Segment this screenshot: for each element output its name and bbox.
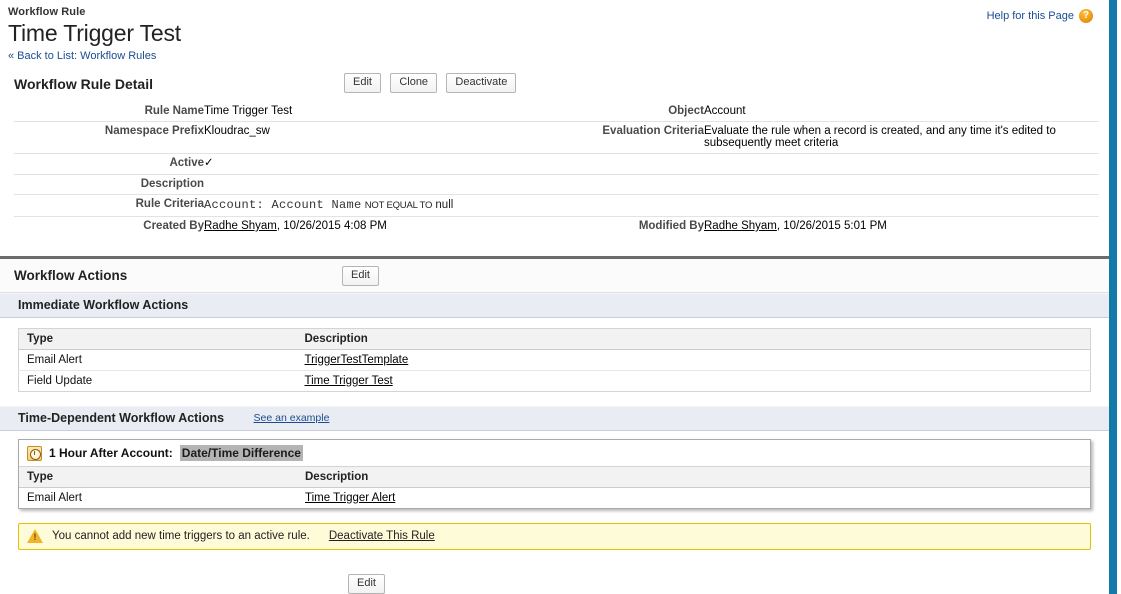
detail-row-description: Description [14, 175, 1099, 195]
time-dependent-row-0-type: Email Alert [19, 488, 297, 509]
created-by-user-link[interactable]: Radhe Shyam [204, 220, 277, 232]
page-content: Workflow Rule Time Trigger Test « Back t… [0, 0, 1109, 594]
spacer-value-1 [704, 154, 1099, 175]
deactivate-button[interactable]: Deactivate [446, 73, 516, 93]
detail-row-created-modified: Created By Radhe Shyam, 10/26/2015 4:08 … [14, 217, 1099, 237]
created-by-date: , 10/26/2015 4:08 PM [277, 220, 387, 232]
modified-by-user-link[interactable]: Radhe Shyam [704, 220, 777, 232]
back-to-list-anchor[interactable]: « Back to List: Workflow Rules [8, 50, 156, 62]
immediate-col-description: Description [297, 329, 1091, 350]
evaluation-criteria-value: Evaluate the rule when a record is creat… [704, 122, 1099, 154]
spacer-label-2 [559, 175, 704, 195]
immediate-row-1-link[interactable]: Time Trigger Test [305, 375, 393, 387]
workflow-actions-edit-button[interactable]: Edit [342, 266, 379, 286]
bottom-button-row: Edit [0, 574, 1109, 594]
detail-button-row: Edit Clone Deactivate [344, 73, 522, 93]
immediate-row-1-type: Field Update [19, 371, 297, 392]
help-for-this-page-link[interactable]: Help for this Page? [987, 9, 1093, 23]
immediate-row-0-description: TriggerTestTemplate [297, 350, 1091, 371]
time-trigger-box: 1 Hour After Account: Date/Time Differen… [18, 439, 1091, 509]
evaluation-criteria-label: Evaluation Criteria [559, 122, 704, 154]
namespace-prefix-label: Namespace Prefix [14, 122, 204, 154]
time-trigger-header: 1 Hour After Account: Date/Time Differen… [19, 440, 1090, 466]
object-label: Object [559, 102, 704, 122]
right-edge-gap [1117, 0, 1121, 594]
deactivate-this-rule-link[interactable]: Deactivate This Rule [329, 530, 435, 542]
time-dependent-row-0-link[interactable]: Time Trigger Alert [305, 492, 395, 504]
immediate-col-type: Type [19, 329, 297, 350]
immediate-actions-subheader: Immediate Workflow Actions [0, 293, 1109, 318]
spacer-value-2 [704, 175, 1099, 195]
time-trigger-field: Date/Time Difference [180, 445, 303, 461]
modified-by-value: Radhe Shyam, 10/26/2015 5:01 PM [704, 217, 1099, 237]
workflow-actions-title: Workflow Actions [14, 259, 127, 293]
right-scrollbar-rail[interactable] [1109, 0, 1117, 594]
page-root: Workflow Rule Time Trigger Test « Back t… [0, 0, 1121, 594]
immediate-row-0-type: Email Alert [19, 350, 297, 371]
immediate-row-0-link[interactable]: TriggerTestTemplate [305, 354, 409, 366]
detail-section-title: Workflow Rule Detail [14, 73, 153, 95]
workflow-rule-detail-section: Workflow Rule Detail Edit Clone Deactiva… [0, 73, 1109, 236]
clone-button[interactable]: Clone [390, 73, 437, 93]
namespace-prefix-value: Kloudrac_sw [204, 122, 559, 154]
immediate-row-1-description: Time Trigger Test [297, 371, 1091, 392]
modified-by-date: , 10/26/2015 5:01 PM [777, 220, 887, 232]
table-row: Email Alert TriggerTestTemplate [19, 350, 1091, 371]
edit-button[interactable]: Edit [344, 73, 381, 93]
rule-criteria-field: Account: Account Name [204, 198, 362, 212]
active-rule-warning: You cannot add new time triggers to an a… [18, 523, 1091, 550]
workflow-actions-header: Workflow Actions Edit [0, 259, 1109, 293]
breadcrumb-object-type: Workflow Rule [8, 6, 1109, 19]
table-row: Email Alert Time Trigger Alert [19, 488, 1090, 509]
time-dependent-actions-subheader: Time-Dependent Workflow Actions See an e… [0, 406, 1109, 431]
created-by-label: Created By [14, 217, 204, 237]
modified-by-label: Modified By [559, 217, 704, 237]
time-dependent-row-0-description: Time Trigger Alert [297, 488, 1090, 509]
question-mark-icon[interactable]: ? [1079, 9, 1093, 23]
immediate-actions-title: Immediate Workflow Actions [18, 298, 188, 312]
description-value [204, 175, 559, 195]
workflow-actions-button-row: Edit [342, 266, 385, 286]
immediate-actions-table: Type Description Email Alert TriggerTest… [18, 328, 1091, 392]
time-dependent-col-description: Description [297, 467, 1090, 488]
active-checkmark: ✓ [204, 154, 559, 175]
back-to-list-link[interactable]: « Back to List: Workflow Rules [8, 50, 1109, 63]
immediate-actions-header-row: Type Description [19, 329, 1091, 350]
see-an-example-link[interactable]: See an example [254, 412, 330, 424]
rule-criteria-label: Rule Criteria [14, 195, 204, 217]
detail-panel-bar: Workflow Rule Detail Edit Clone Deactiva… [14, 73, 1099, 99]
spacer-label-1 [559, 154, 704, 175]
rule-criteria-compare-value: null [435, 199, 453, 211]
clock-icon [27, 446, 42, 461]
time-trigger-prefix: 1 Hour After Account: [49, 446, 173, 460]
object-value: Account [704, 102, 1099, 122]
detail-row-namespace-prefix: Namespace Prefix Kloudrac_sw Evaluation … [14, 122, 1099, 154]
rule-criteria-value: Account: Account Name NOT EQUAL TO null [204, 195, 1099, 217]
time-dependent-actions-table: Type Description Email Alert Time Trigge… [19, 466, 1090, 508]
warning-message: You cannot add new time triggers to an a… [52, 530, 310, 542]
page-header: Workflow Rule Time Trigger Test « Back t… [0, 0, 1109, 63]
rule-criteria-operator: NOT EQUAL TO [365, 200, 432, 211]
active-label: Active [14, 154, 204, 175]
rule-name-label: Rule Name [14, 102, 204, 122]
bottom-edit-button[interactable]: Edit [348, 574, 385, 594]
detail-field-table: Rule Name Time Trigger Test Object Accou… [14, 102, 1099, 236]
workflow-actions-section: Workflow Actions Edit Immediate Workflow… [0, 256, 1109, 594]
time-dependent-header-row: Type Description [19, 467, 1090, 488]
time-dependent-col-type: Type [19, 467, 297, 488]
rule-name-value: Time Trigger Test [204, 102, 559, 122]
time-dependent-actions-title: Time-Dependent Workflow Actions [18, 411, 224, 425]
table-row: Field Update Time Trigger Test [19, 371, 1091, 392]
help-label[interactable]: Help for this Page [987, 10, 1074, 22]
created-by-value: Radhe Shyam, 10/26/2015 4:08 PM [204, 217, 559, 237]
warning-triangle-icon [27, 529, 43, 543]
description-label: Description [14, 175, 204, 195]
detail-row-rule-name: Rule Name Time Trigger Test Object Accou… [14, 102, 1099, 122]
page-title: Time Trigger Test [8, 20, 1109, 47]
detail-row-active: Active ✓ [14, 154, 1099, 175]
detail-row-rule-criteria: Rule Criteria Account: Account Name NOT … [14, 195, 1099, 217]
